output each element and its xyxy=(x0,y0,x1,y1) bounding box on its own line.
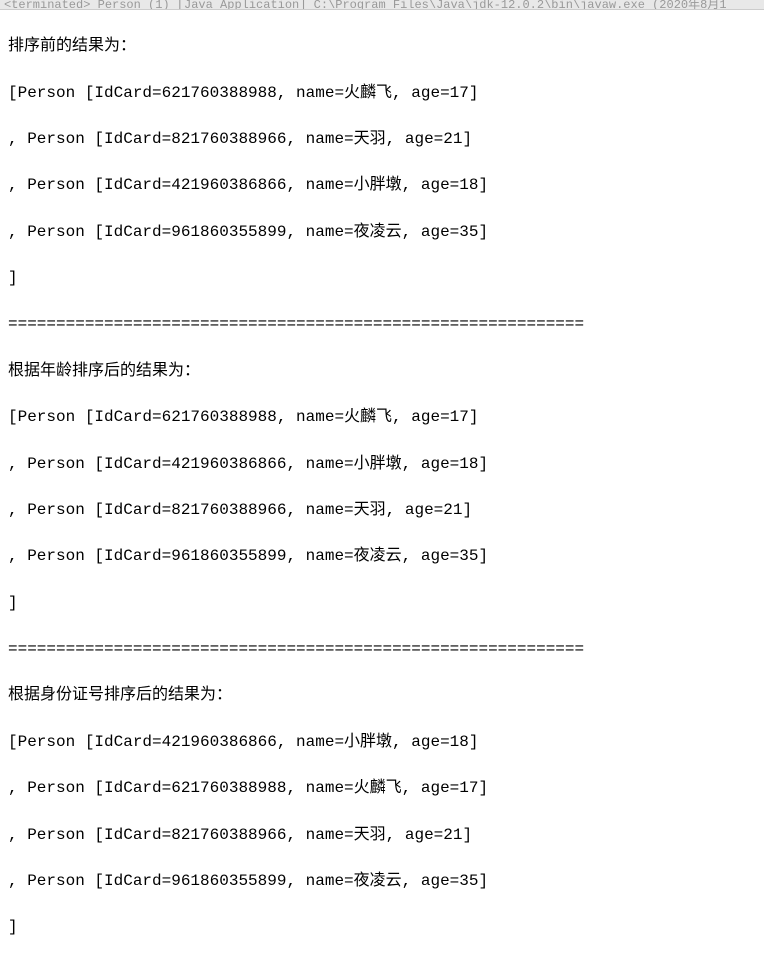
output-line: , Person [IdCard=821760388966, name=天羽, … xyxy=(8,824,756,847)
output-line: , Person [IdCard=961860355899, name=夜凌云,… xyxy=(8,221,756,244)
output-line: ] xyxy=(8,916,756,939)
divider-line: ========================================… xyxy=(8,638,756,661)
output-line: , Person [IdCard=421960386866, name=小胖墩,… xyxy=(8,174,756,197)
output-line: [Person [IdCard=421960386866, name=小胖墩, … xyxy=(8,731,756,754)
section-title: 根据年龄排序后的结果为： xyxy=(8,360,756,383)
console-output: 排序前的结果为： [Person [IdCard=621760388988, n… xyxy=(0,10,764,965)
divider-line: ========================================… xyxy=(8,313,756,336)
section-title: 排序前的结果为： xyxy=(8,35,756,58)
output-line: , Person [IdCard=621760388988, name=火麟飞,… xyxy=(8,777,756,800)
output-line: , Person [IdCard=821760388966, name=天羽, … xyxy=(8,499,756,522)
output-line: , Person [IdCard=961860355899, name=夜凌云,… xyxy=(8,545,756,568)
output-line: ] xyxy=(8,592,756,615)
output-line: , Person [IdCard=821760388966, name=天羽, … xyxy=(8,128,756,151)
output-line: , Person [IdCard=421960386866, name=小胖墩,… xyxy=(8,453,756,476)
section-title: 根据身份证号排序后的结果为： xyxy=(8,684,756,707)
output-line: , Person [IdCard=961860355899, name=夜凌云,… xyxy=(8,870,756,893)
output-line: [Person [IdCard=621760388988, name=火麟飞, … xyxy=(8,406,756,429)
output-line: [Person [IdCard=621760388988, name=火麟飞, … xyxy=(8,82,756,105)
output-line: ] xyxy=(8,267,756,290)
console-header: <terminated> Person (1) [Java Applicatio… xyxy=(0,0,764,10)
